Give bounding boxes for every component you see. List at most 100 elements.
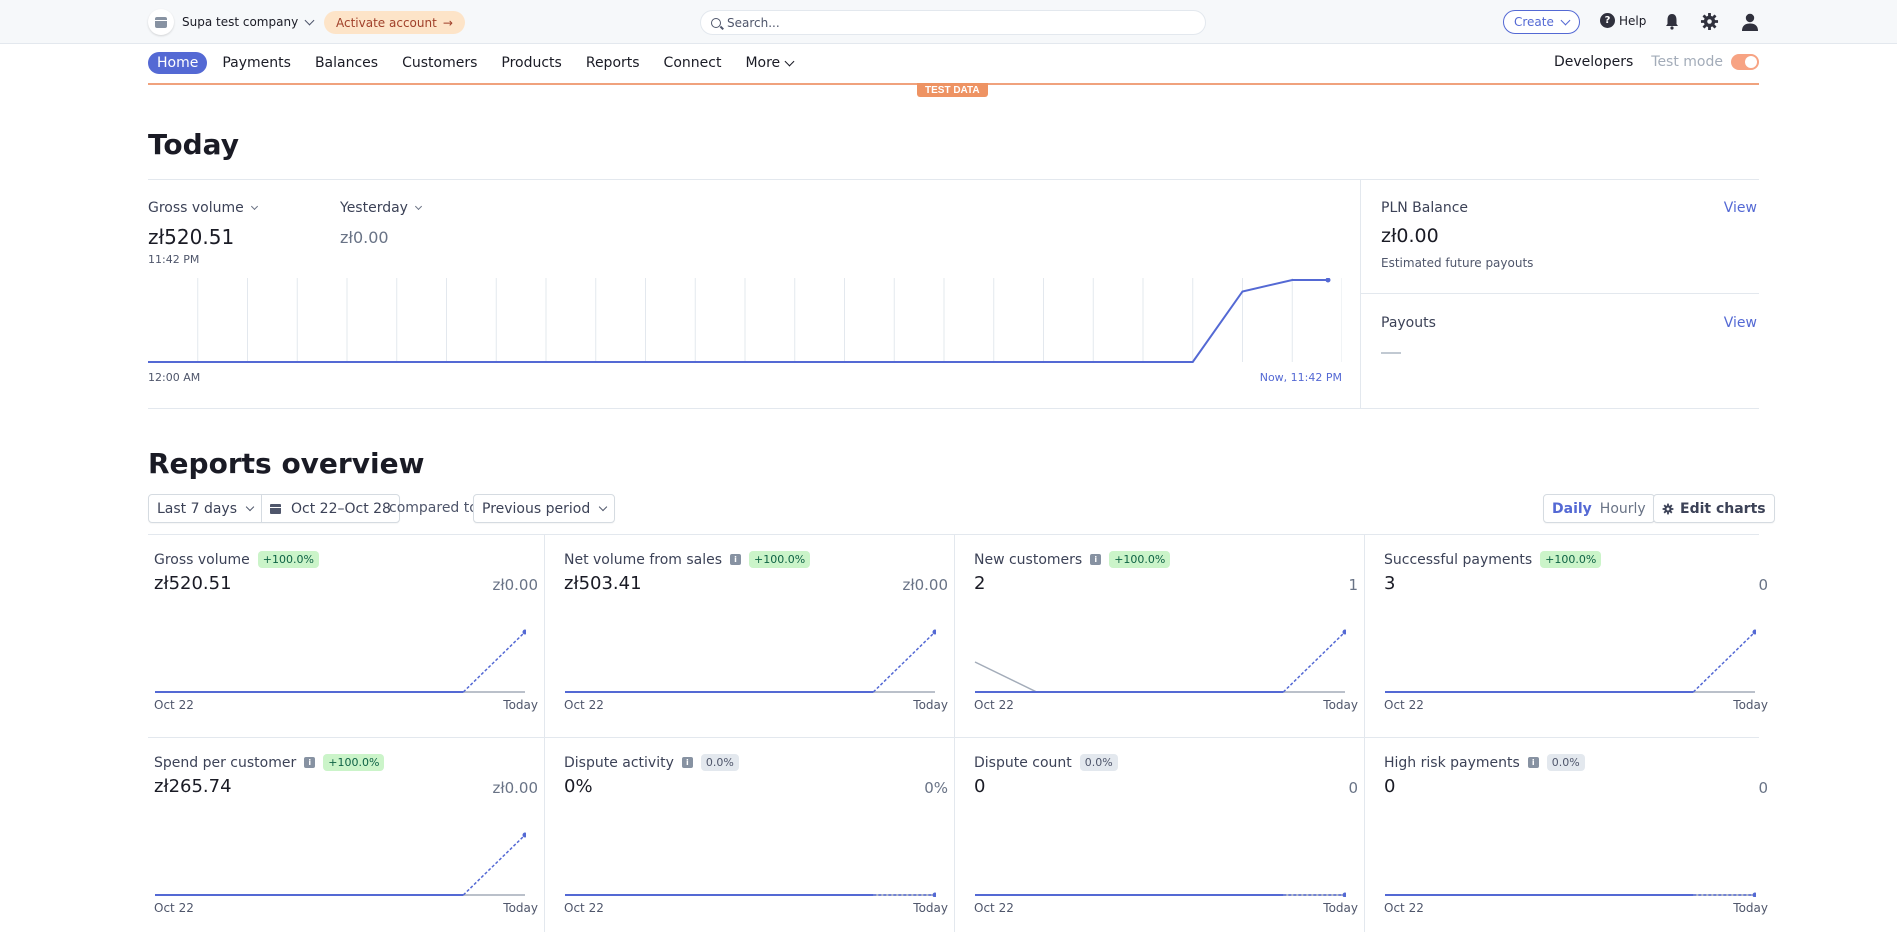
- nav-item-connect[interactable]: Connect: [655, 52, 731, 74]
- test-mode-control[interactable]: Test mode: [1651, 54, 1759, 70]
- card-x-start: Oct 22: [564, 698, 604, 712]
- report-card-dispute-count[interactable]: Dispute count 0.0% 0 0 Oct 22 Today: [968, 737, 1378, 940]
- card-previous-value: 1: [1348, 576, 1358, 594]
- current-partial-segment: [872, 631, 936, 693]
- card-value: 0%: [564, 776, 593, 797]
- help-button[interactable]: ? Help: [1600, 13, 1646, 28]
- nav-item-label: Connect: [663, 55, 722, 71]
- payouts-empty-dash: [1381, 352, 1401, 354]
- chevron-down-icon: [304, 15, 315, 25]
- report-card-high-risk-payments[interactable]: High risk payments i 0.0% 0 0 Oct 22 Today: [1378, 737, 1788, 940]
- card-value: 3: [1384, 573, 1396, 594]
- question-icon: ?: [1600, 13, 1615, 28]
- balance-note: Estimated future payouts: [1381, 256, 1534, 270]
- arrow-right-icon: →: [442, 15, 453, 30]
- card-x-start: Oct 22: [974, 698, 1014, 712]
- report-card-new-customers[interactable]: New customers i +100.0% 2 1 Oct 22 Today: [968, 534, 1378, 737]
- edit-charts-button[interactable]: Edit charts: [1653, 494, 1775, 523]
- change-badge: 0.0%: [700, 754, 739, 771]
- search-input[interactable]: [727, 15, 1187, 30]
- search-icon: [711, 17, 721, 28]
- report-card-spend-per-customer[interactable]: Spend per customer i +100.0% zł265.74 zł0.00…: [148, 737, 558, 940]
- card-previous-value: 0: [1758, 779, 1768, 797]
- activate-account-button[interactable]: Activate account →: [324, 11, 465, 34]
- report-card-net-volume-from-sales[interactable]: Net volume from sales i +100.0% zł503.41 zł0…: [558, 534, 968, 737]
- report-card-dispute-activity[interactable]: Dispute activity i 0.0% 0% 0% Oct 22 Today: [558, 737, 968, 940]
- test-mode-label: Test mode: [1651, 54, 1723, 70]
- card-sparkline: [155, 629, 526, 693]
- card-previous-value: 0: [1758, 576, 1768, 594]
- today-x-start: 12:00 AM: [148, 371, 201, 384]
- create-label: Create: [1514, 15, 1554, 29]
- compare-period-select[interactable]: Previous period: [473, 494, 616, 523]
- current-point: [1752, 892, 1756, 897]
- chevron-down-icon: [784, 56, 795, 66]
- report-card-gross-volume[interactable]: Gross volume +100.0% zł520.51 zł0.00 Oct 22 T…: [148, 534, 558, 737]
- info-icon[interactable]: i: [681, 757, 693, 768]
- main-nav: Home Payments Balances Customers Products Rep…: [0, 44, 1897, 84]
- bell-icon[interactable]: [1663, 12, 1681, 31]
- nav-item-label: Payments: [222, 55, 291, 71]
- card-value: zł503.41: [564, 573, 642, 594]
- create-button[interactable]: Create: [1503, 10, 1580, 34]
- date-picker[interactable]: Oct 22–Oct 28: [261, 495, 399, 522]
- nav-items: Home Payments Balances Customers Products Rep…: [148, 52, 808, 74]
- card-x-end: Today: [1733, 901, 1768, 915]
- nav-item-label: Balances: [314, 55, 379, 71]
- card-value: zł265.74: [154, 776, 232, 797]
- today-bottom-divider: [148, 408, 1759, 409]
- nav-item-more[interactable]: More: [736, 52, 802, 74]
- card-title-row: Gross volume +100.0%: [154, 551, 319, 568]
- nav-item-products[interactable]: Products: [492, 52, 570, 74]
- nav-item-payments[interactable]: Payments: [213, 52, 300, 74]
- search-box[interactable]: [700, 10, 1206, 35]
- current-partial-segment: [462, 834, 526, 896]
- hourly-option[interactable]: Hourly: [1600, 501, 1646, 517]
- card-sparkline: [975, 892, 1346, 897]
- info-icon[interactable]: i: [1527, 757, 1539, 768]
- balance-view-link[interactable]: View: [1724, 200, 1757, 216]
- payouts-view-link[interactable]: View: [1724, 315, 1757, 331]
- card-title-row: Dispute count 0.0%: [974, 754, 1118, 771]
- developers-link[interactable]: Developers: [1554, 54, 1633, 70]
- card-x-start: Oct 22: [564, 901, 604, 915]
- current-partial-segment: [1692, 631, 1756, 693]
- chevron-down-icon: [1560, 15, 1571, 25]
- info-icon[interactable]: i: [730, 554, 742, 565]
- card-x-end: Today: [1733, 698, 1768, 712]
- info-icon[interactable]: i: [304, 757, 316, 768]
- card-x-end: Today: [1323, 698, 1358, 712]
- range-label: Last 7 days: [157, 500, 238, 517]
- balance-value: zł0.00: [1381, 225, 1439, 247]
- card-title-row: Spend per customer i +100.0%: [154, 754, 385, 771]
- daily-option[interactable]: Daily: [1552, 501, 1592, 517]
- chevron-down-icon: [598, 502, 608, 511]
- nav-item-reports[interactable]: Reports: [577, 52, 649, 74]
- card-sparkline: [155, 832, 526, 896]
- report-card-successful-payments[interactable]: Successful payments +100.0% 3 0 Oct 22 Today: [1378, 534, 1788, 737]
- test-mode-toggle[interactable]: [1731, 54, 1759, 70]
- granularity-toggle: Daily Hourly: [1543, 494, 1655, 523]
- range-select[interactable]: Last 7 days: [149, 495, 261, 522]
- user-icon[interactable]: [1740, 12, 1760, 32]
- card-x-end: Today: [913, 901, 948, 915]
- info-icon[interactable]: i: [1090, 554, 1102, 565]
- card-sparkline: [974, 629, 1346, 693]
- account-switcher[interactable]: Supa test company: [148, 9, 315, 35]
- today-compare-select[interactable]: Yesterday: [340, 200, 423, 216]
- today-metric-select[interactable]: Gross volume: [148, 200, 258, 216]
- compare-period-seg[interactable]: Previous period: [474, 495, 614, 522]
- card-previous-value: 0%: [924, 779, 948, 797]
- chevron-down-icon: [414, 202, 423, 210]
- balance-title: PLN Balance: [1381, 200, 1469, 216]
- current-partial-segment: [462, 631, 526, 693]
- nav-item-home[interactable]: Home: [148, 52, 208, 74]
- compared-to-label: compared to: [389, 500, 478, 516]
- reports-title: Reports overview: [148, 447, 425, 480]
- company-name: Supa test company: [182, 15, 299, 29]
- nav-item-customers[interactable]: Customers: [393, 52, 486, 74]
- gear-icon[interactable]: [1700, 12, 1719, 31]
- edit-charts-label: Edit charts: [1680, 500, 1766, 517]
- card-value: 0: [974, 776, 986, 797]
- nav-item-balances[interactable]: Balances: [306, 52, 387, 74]
